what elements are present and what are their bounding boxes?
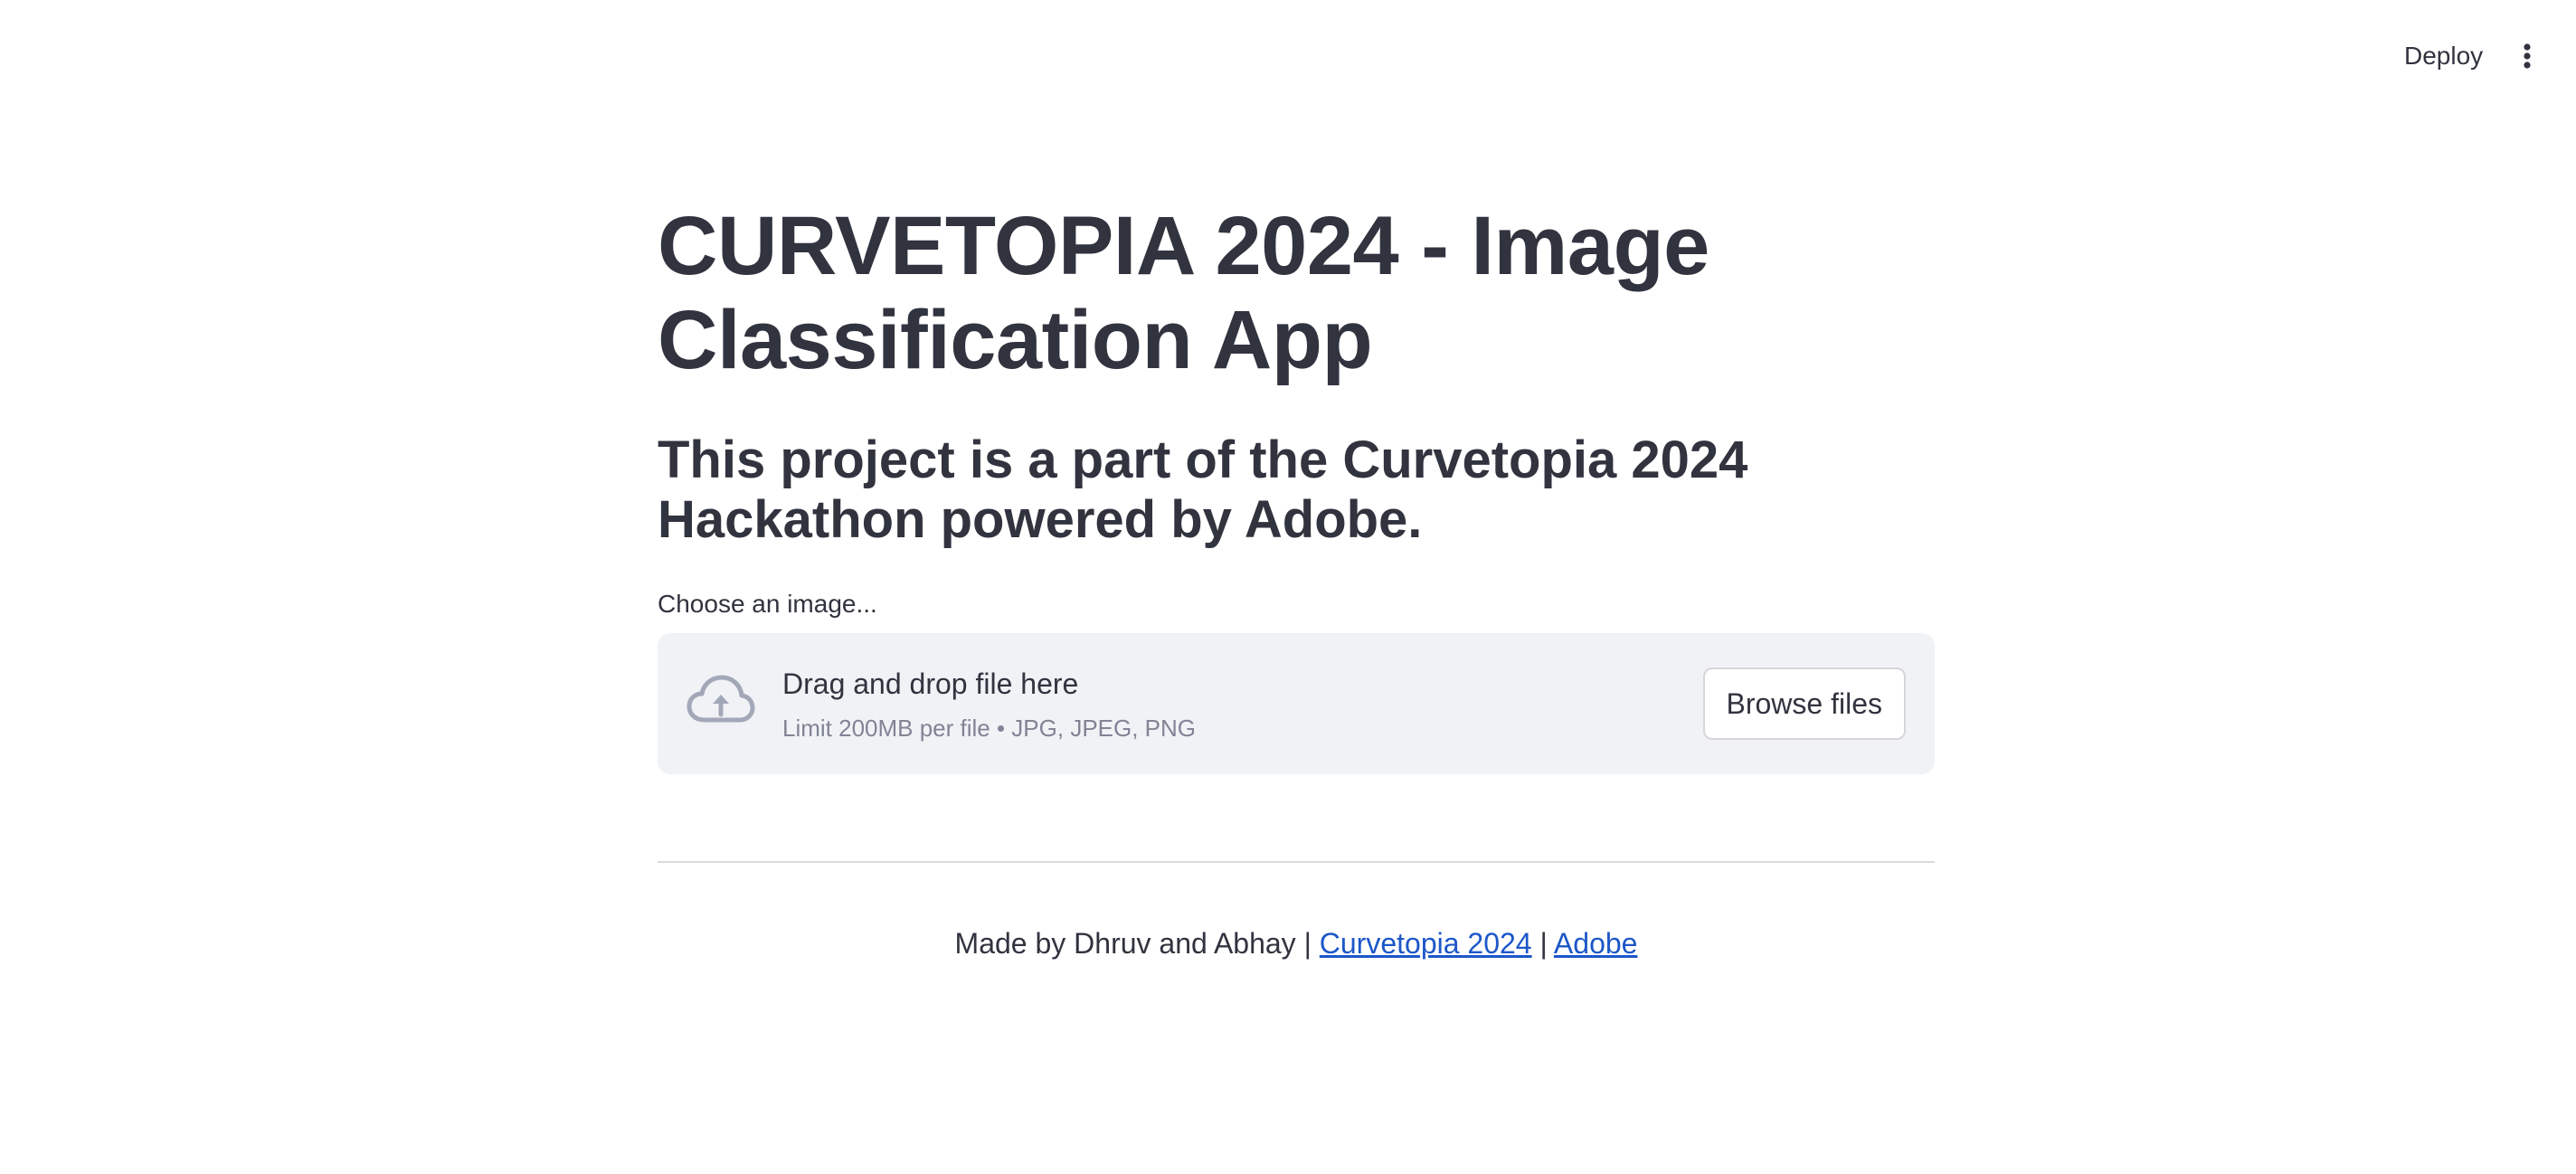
page-title: CURVETOPIA 2024 - Image Classification A… (658, 200, 1709, 386)
main-menu-button[interactable] (2507, 36, 2547, 76)
file-uploader-label: Choose an image... (658, 590, 877, 618)
footer-separator: | (1295, 927, 1320, 960)
page-subtitle: This project is a part of the Curvetopia… (658, 431, 1748, 549)
curvetopia-link[interactable]: Curvetopia 2024 (1320, 927, 1532, 960)
footer-separator: | (1531, 927, 1554, 960)
cloud-upload-icon (687, 673, 755, 729)
file-dropzone[interactable]: Drag and drop file here Limit 200MB per … (658, 633, 1935, 774)
top-bar: Deploy (0, 0, 2576, 109)
dropzone-file-limit: Limit 200MB per file • JPG, JPEG, PNG (782, 715, 1197, 742)
footer-credit: Made by Dhruv and Abhay (954, 927, 1296, 960)
dropzone-instructions: Drag and drop file here (782, 667, 1079, 700)
divider (658, 861, 1935, 863)
adobe-link[interactable]: Adobe (1554, 927, 1638, 960)
browse-files-button[interactable]: Browse files (1702, 667, 1906, 740)
vertical-ellipsis-icon (2524, 43, 2531, 69)
footer: Made by Dhruv and Abhay | Curvetopia 202… (658, 924, 1935, 962)
deploy-button[interactable]: Deploy (2390, 36, 2497, 76)
